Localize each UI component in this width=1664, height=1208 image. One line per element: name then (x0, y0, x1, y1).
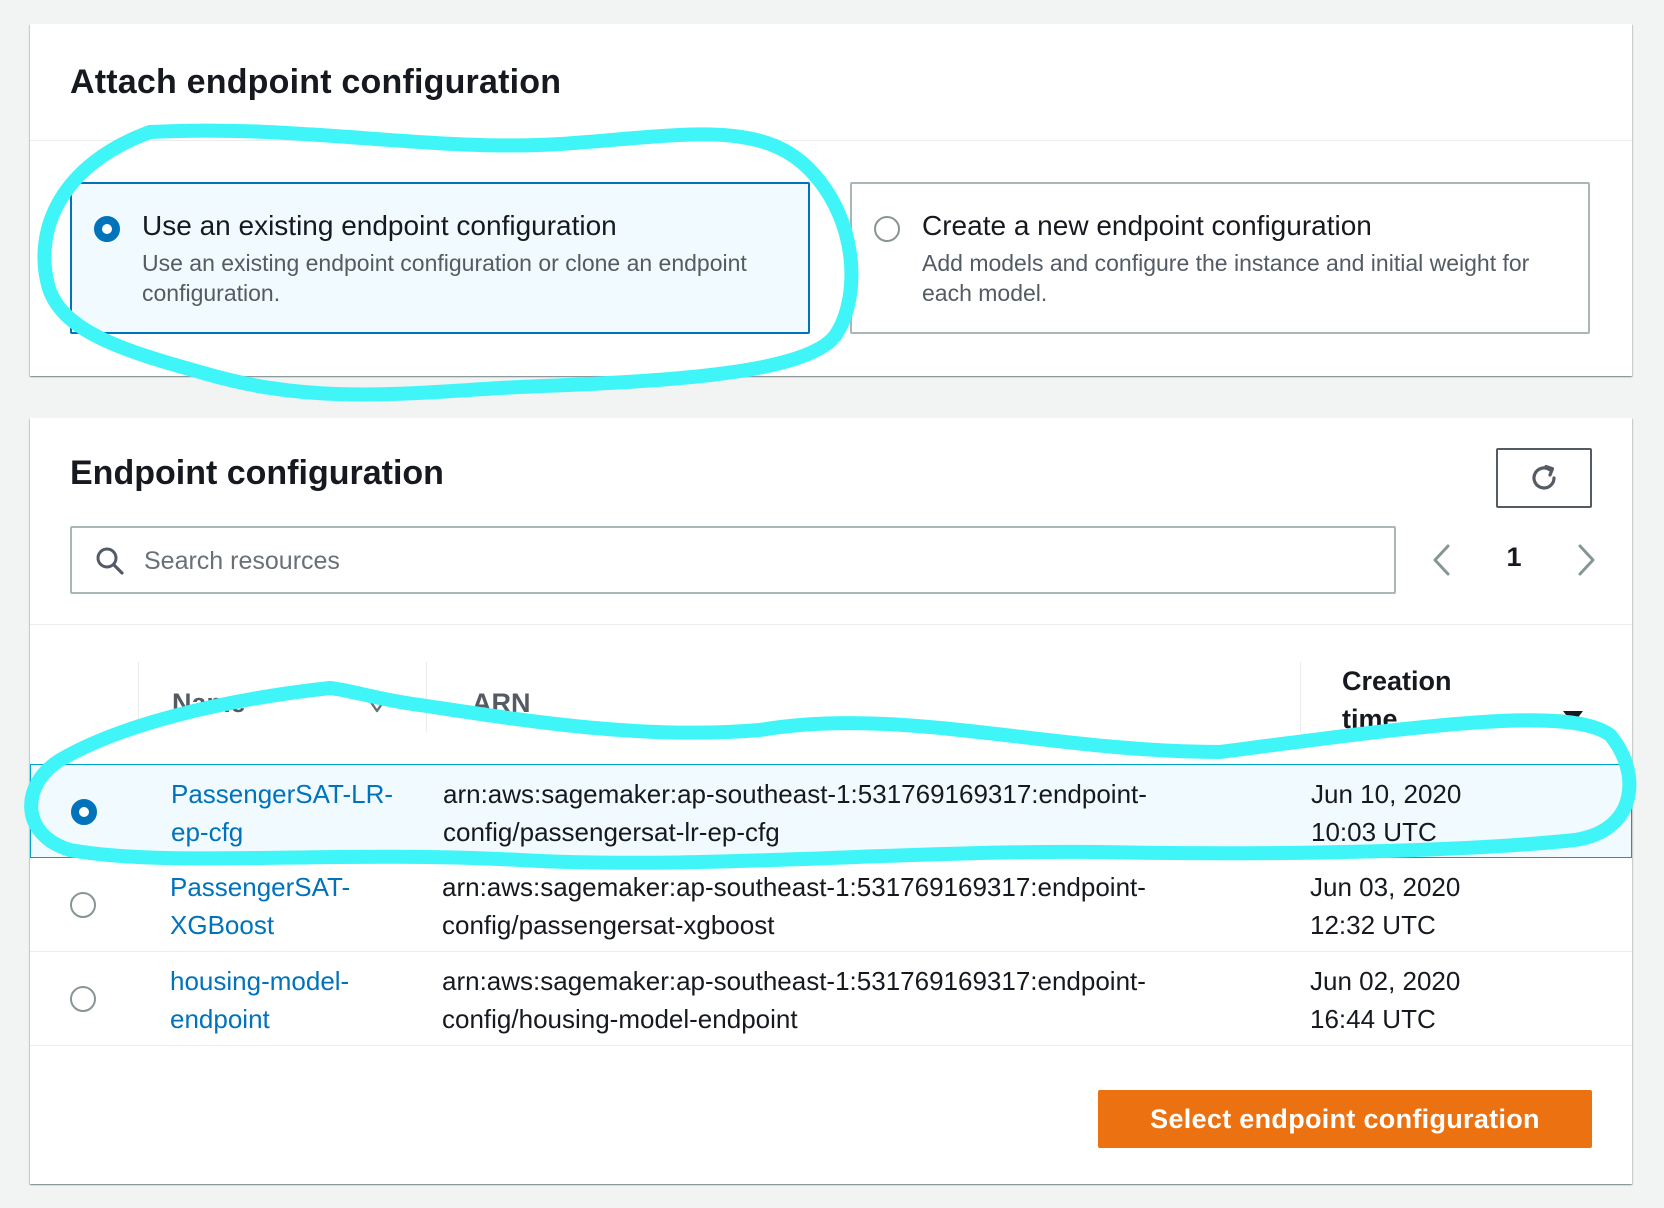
attach-options: Use an existing endpoint configuration U… (70, 182, 1592, 334)
option-use-existing[interactable]: Use an existing endpoint configuration U… (70, 182, 810, 334)
select-endpoint-config-button[interactable]: Select endpoint configuration (1098, 1090, 1592, 1148)
page-number[interactable]: 1 (1496, 542, 1532, 573)
search-field[interactable] (70, 526, 1396, 594)
search-icon (96, 547, 124, 575)
row-radio[interactable] (70, 892, 96, 918)
sort-down-icon[interactable] (1562, 710, 1584, 726)
creation-time: Jun 10, 2020 10:03 UTC (1311, 779, 1462, 847)
pagination: 1 (1430, 536, 1598, 584)
endpoint-arn: arn:aws:sagemaker:ap-southeast-1:5317691… (442, 872, 1146, 940)
table-row[interactable]: PassengerSAT-LR-ep-cfg arn:aws:sagemaker… (30, 764, 1632, 858)
column-separator (426, 662, 427, 732)
table-row[interactable]: PassengerSAT-XGBoost arn:aws:sagemaker:a… (30, 858, 1632, 952)
search-input[interactable] (142, 528, 1366, 594)
option-create-new[interactable]: Create a new endpoint configuration Add … (850, 182, 1590, 334)
column-header-creation-time[interactable]: Creation time (1342, 662, 1492, 738)
row-radio[interactable] (70, 986, 96, 1012)
option-use-existing-title: Use an existing endpoint configuration (142, 210, 617, 241)
table-header: Name ARN Creation time (30, 662, 1632, 760)
table-row[interactable]: housing-model-endpoint arn:aws:sagemaker… (30, 952, 1632, 1046)
endpoint-config-panel: Endpoint configuration 1 Name ARN Cr (30, 418, 1632, 1184)
column-separator (138, 662, 139, 732)
refresh-icon (1532, 464, 1556, 490)
attach-panel-title: Attach endpoint configuration (70, 62, 562, 101)
column-separator (1300, 662, 1301, 732)
attach-panel-header: Attach endpoint configuration (30, 24, 1632, 141)
creation-time: Jun 03, 2020 12:32 UTC (1310, 872, 1461, 940)
row-radio[interactable] (71, 799, 97, 825)
option-create-new-description: Add models and configure the instance an… (922, 250, 1530, 306)
column-header-name[interactable]: Name (172, 688, 246, 719)
radio-create-new[interactable] (874, 216, 900, 242)
option-use-existing-description: Use an existing endpoint configuration o… (142, 250, 747, 306)
endpoint-name-link[interactable]: PassengerSAT-XGBoost (170, 868, 400, 944)
endpoint-arn: arn:aws:sagemaker:ap-southeast-1:5317691… (442, 966, 1146, 1034)
radio-use-existing[interactable] (94, 216, 120, 242)
endpoint-panel-title: Endpoint configuration (70, 454, 444, 492)
table-divider (30, 624, 1632, 625)
attach-endpoint-panel: Attach endpoint configuration Use an exi… (30, 24, 1632, 376)
column-header-arn: ARN (472, 688, 531, 718)
chevron-right-icon[interactable] (1574, 542, 1598, 578)
creation-time: Jun 02, 2020 16:44 UTC (1310, 966, 1461, 1034)
chevron-left-icon[interactable] (1430, 542, 1454, 578)
refresh-button[interactable] (1496, 448, 1592, 508)
endpoint-name-link[interactable]: housing-model-endpoint (170, 962, 400, 1038)
endpoint-arn: arn:aws:sagemaker:ap-southeast-1:5317691… (443, 779, 1147, 847)
option-create-new-title: Create a new endpoint configuration (922, 210, 1372, 241)
endpoint-name-link[interactable]: PassengerSAT-LR-ep-cfg (171, 775, 401, 851)
sort-icon[interactable] (366, 696, 388, 714)
